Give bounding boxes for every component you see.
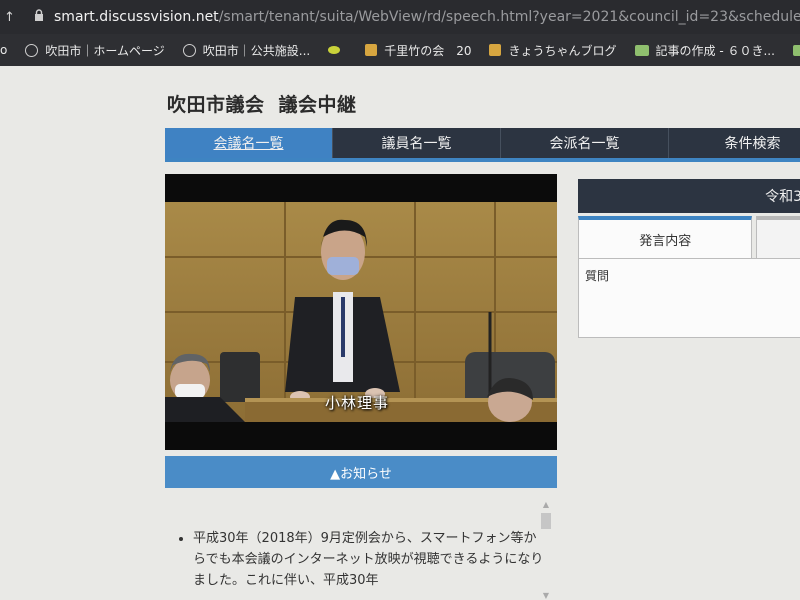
scroll-thumb[interactable] [541,513,551,529]
bookmark-label: きょうちゃんブログ [508,43,617,58]
nav-condition-search[interactable]: 条件検索 [669,128,800,158]
bookmark-item[interactable]: o [0,43,7,57]
session-header: 令和3年 [578,179,800,213]
video-caption: 小林理事 [325,394,390,412]
bookmark-item[interactable]: ア [792,42,800,59]
scroll-up-arrow-icon[interactable]: ▲ [540,500,552,509]
nav-member-list[interactable]: 議員名一覧 [333,128,501,158]
bookmark-item[interactable]: きょうちゃんブログ [489,42,617,59]
notice-item: 平成30年（2018年）9月定例会から、スマートフォン等からでも本会議のインター… [193,528,545,591]
video-player[interactable]: 小林理事 [165,174,557,450]
address-bar[interactable]: ↑ smart.discussvision.net /smart/tenant/… [0,0,800,34]
picture-icon [792,44,800,56]
scroll-down-arrow-icon[interactable]: ▼ [540,591,552,600]
bookmark-label: o [0,43,8,57]
speech-text: 質問 [585,269,610,283]
notice-scrollbar[interactable]: ▲ ▼ [540,500,552,600]
bookmark-label: 吹田市｜ホームページ [45,43,165,58]
page-content: 吹田市議会 議会中継 会議名一覧 議員名一覧 会派名一覧 条件検索 小林理事 ▲… [0,66,800,600]
speech-tabs: 発言内容 [578,216,800,259]
bookmark-item[interactable]: 吹田市｜ホームページ [25,42,165,59]
nav-faction-list[interactable]: 会派名一覧 [501,128,669,158]
notice-panel: 平成30年（2018年）9月定例会から、スマートフォン等からでも本会議のインター… [165,498,545,600]
bookmarks-bar: o 吹田市｜ホームページ 吹田市｜公共施設... 千里竹の会 20 きょうちゃん… [0,34,800,66]
picture-icon [634,44,649,56]
bookmark-item[interactable]: 千里竹の会 20 [365,42,471,59]
eye-icon [328,46,341,54]
back-arrow-icon[interactable]: ↑ [0,10,20,25]
nav-meeting-list[interactable]: 会議名一覧 [165,128,333,158]
session-header-label: 令和3年 [765,189,800,205]
folder-icon [365,44,378,56]
bookmark-label: 吹田市｜公共施設... [202,43,311,58]
main-nav: 会議名一覧 議員名一覧 会派名一覧 条件検索 [165,128,800,162]
speech-content-panel: 質問 [578,258,800,338]
globe-icon [25,43,39,57]
bookmark-item[interactable] [328,46,347,54]
bookmark-item[interactable]: 記事の作成 - ６０き... [634,42,775,59]
bookmark-item[interactable]: 吹田市｜公共施設... [182,42,311,59]
url-host: smart.discussvision.net [54,9,219,25]
lock-icon[interactable] [34,8,46,26]
site-title-broadcast: 議会中継 [278,94,357,116]
globe-icon [182,43,196,57]
video-frame[interactable] [165,202,557,422]
bookmark-label: 記事の作成 - ６０き... [655,43,775,58]
page-title: 吹田市議会 議会中継 [167,90,357,117]
tab-secondary[interactable] [756,216,800,259]
bookmark-label: 千里竹の会 20 [384,43,472,58]
url-path: /smart/tenant/suita/WebView/rd/speech.ht… [218,9,800,25]
site-title-city: 吹田市議会 [167,94,265,116]
tab-speech-content[interactable]: 発言内容 [578,216,753,259]
notice-toggle-button[interactable]: ▲お知らせ [165,456,557,488]
folder-icon [489,44,502,56]
